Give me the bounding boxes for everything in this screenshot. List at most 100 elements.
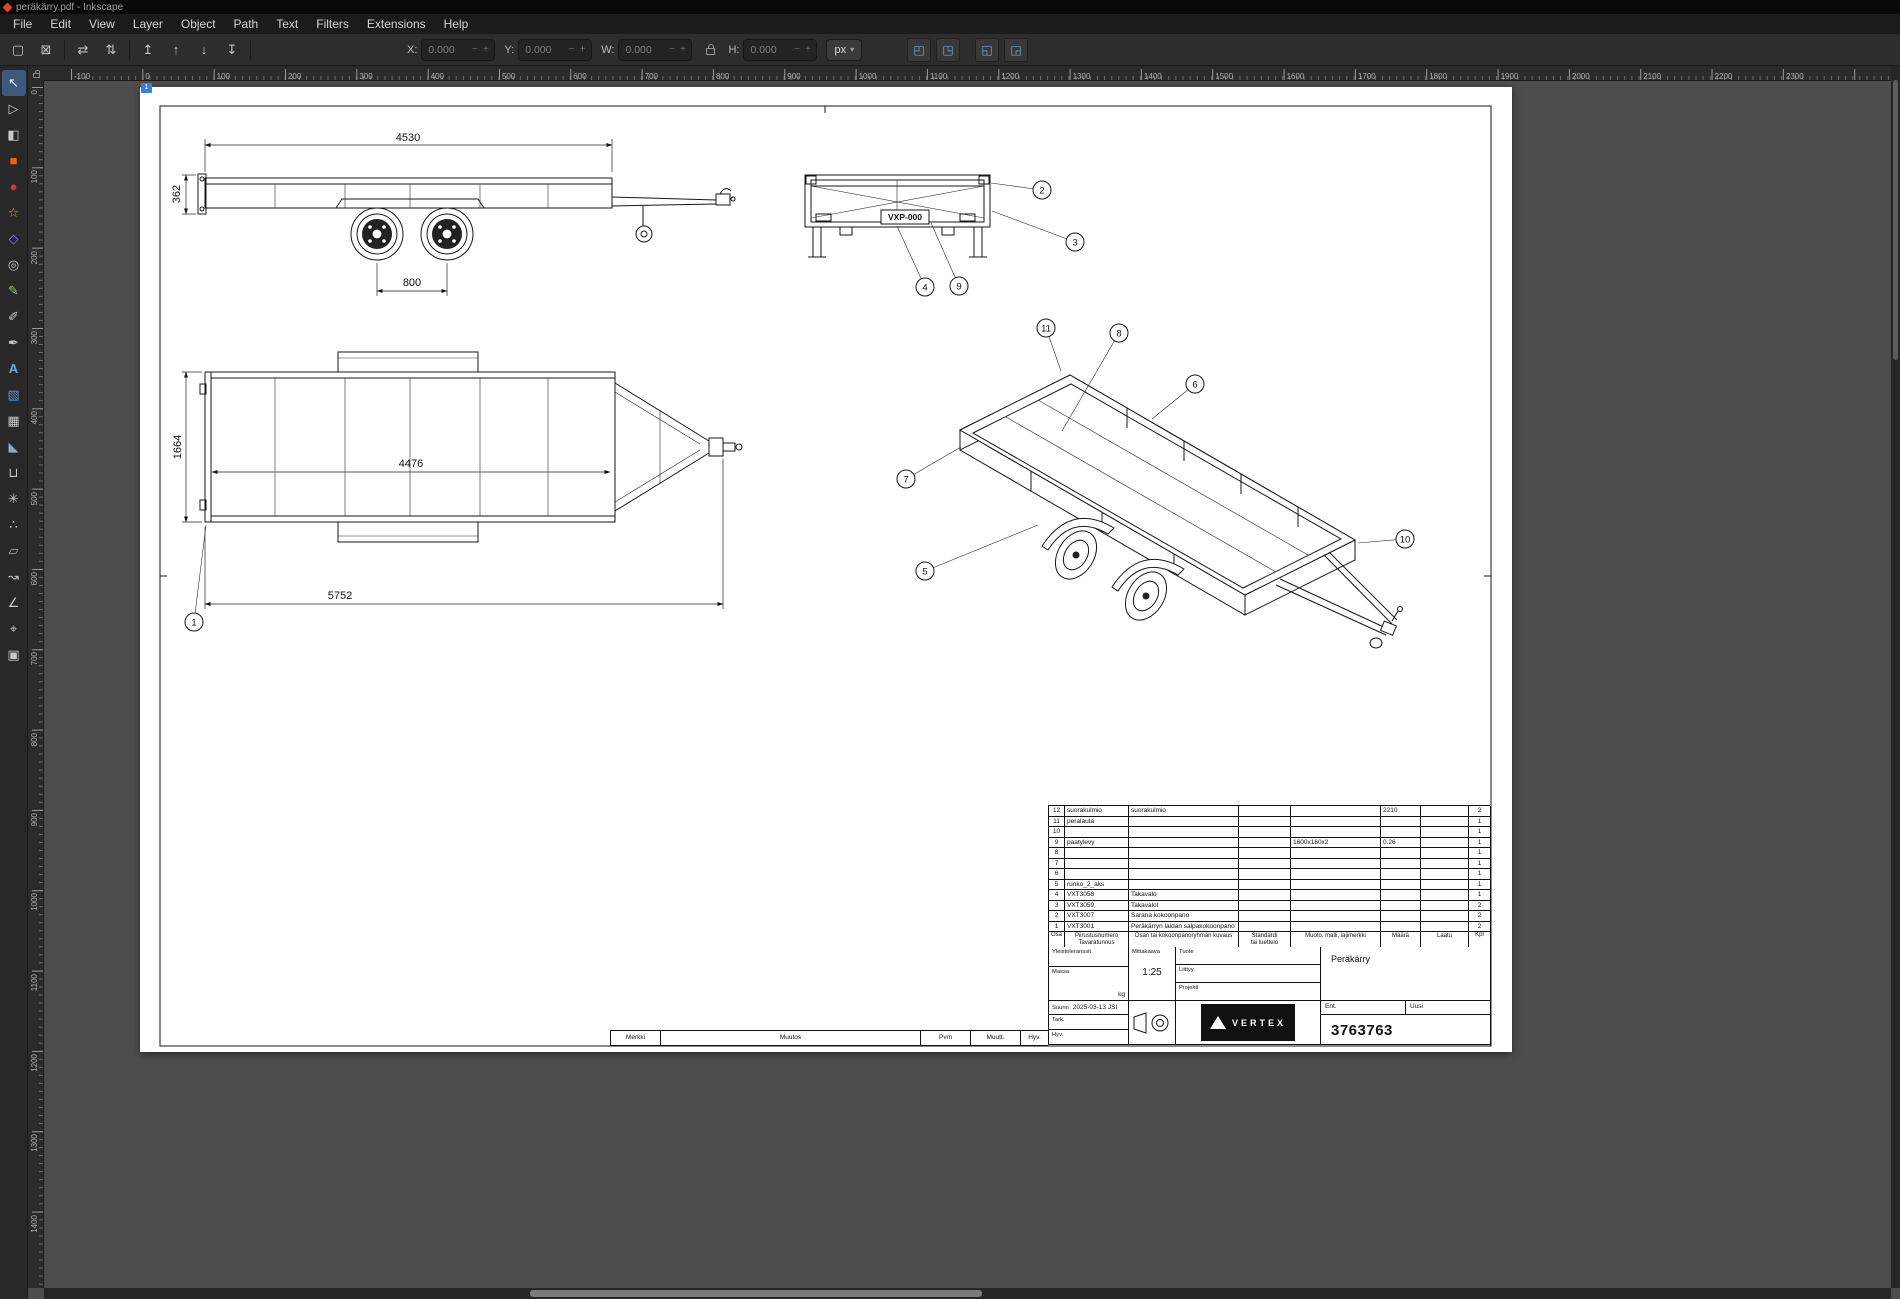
- table-header-cell: Osa: [1049, 932, 1065, 948]
- revision-header-cell: Pvm: [921, 1031, 971, 1045]
- raise-to-top-icon[interactable]: ↥: [136, 38, 160, 62]
- table-header-cell: Muoto, malli, lajimerkki: [1291, 932, 1381, 948]
- scale-cell: Mittakaava 1:25: [1129, 947, 1176, 1001]
- tweak-tool[interactable]: ✳: [2, 486, 26, 512]
- horizontal-scrollbar[interactable]: [44, 1288, 1891, 1299]
- table-cell: [1421, 880, 1469, 891]
- canvas[interactable]: 1 4530: [44, 81, 1891, 1288]
- x-value[interactable]: 0.000: [428, 44, 469, 56]
- horizontal-ruler[interactable]: -100010020030040050060070080090010001100…: [44, 66, 1891, 81]
- svg-text:1: 1: [191, 618, 196, 629]
- approved-cell: Hyv.: [1049, 1030, 1129, 1045]
- y-field[interactable]: Y: 0.000 − +: [504, 39, 592, 61]
- menu-item[interactable]: Help: [435, 14, 478, 34]
- spiral-tool[interactable]: ◎: [2, 252, 26, 278]
- table-cell: 2: [1469, 911, 1491, 922]
- table-cell: VXT3058: [1065, 890, 1129, 901]
- ruler-label: 1400: [1141, 66, 1212, 80]
- width-field[interactable]: W: 0.000 − +: [601, 39, 692, 61]
- rectangle-tool[interactable]: ■: [2, 148, 26, 174]
- menu-item[interactable]: Text: [267, 14, 307, 34]
- isometric-view: [960, 375, 1403, 648]
- vertical-scrollbar-thumb[interactable]: [1893, 80, 1898, 360]
- eraser-tool[interactable]: ▱: [2, 538, 26, 564]
- raise-icon[interactable]: ↑: [164, 38, 188, 62]
- page-number-badge[interactable]: 1: [141, 83, 152, 93]
- lock-icon: [33, 73, 40, 78]
- menu-item[interactable]: Layer: [124, 14, 172, 34]
- decrement-button[interactable]: −: [469, 44, 480, 55]
- product-cell: Tuote: [1176, 947, 1321, 965]
- menu-item[interactable]: Filters: [307, 14, 358, 34]
- x-field[interactable]: X: 0.000 − +: [407, 39, 495, 61]
- scale-stroke-toggle[interactable]: ◰: [907, 38, 931, 62]
- star-tool[interactable]: ☆: [2, 200, 26, 226]
- menu-item[interactable]: Object: [172, 14, 225, 34]
- title-bar: peräkärry.pdf - Inkscape: [0, 0, 1900, 14]
- paint-bucket-tool[interactable]: ⊔: [2, 460, 26, 486]
- flip-horizontal-icon[interactable]: ⇄: [71, 38, 95, 62]
- lower-to-bottom-icon[interactable]: ↧: [220, 38, 244, 62]
- decrement-button[interactable]: −: [666, 44, 677, 55]
- unit-selector[interactable]: px ▾: [826, 39, 862, 61]
- lock-ratio-toggle[interactable]: [701, 39, 719, 61]
- projection-symbol: [1129, 1001, 1176, 1045]
- table-cell: 1: [1469, 827, 1491, 838]
- increment-button[interactable]: +: [577, 44, 588, 55]
- mesh-tool[interactable]: ▦: [2, 408, 26, 434]
- table-cell: [1291, 859, 1381, 870]
- height-value[interactable]: 0.000: [750, 44, 791, 56]
- connector-tool[interactable]: ↝: [2, 564, 26, 590]
- deselect-icon[interactable]: ⊠: [34, 38, 58, 62]
- vertical-scrollbar[interactable]: [1891, 66, 1900, 1288]
- pages-tool[interactable]: ▣: [2, 642, 26, 668]
- decrement-button[interactable]: −: [566, 44, 577, 55]
- parts-list-rows: 12suorakulmiosuorakulmio22102 11peralaut…: [1049, 806, 1490, 932]
- table-header-cell: Laatu: [1421, 932, 1469, 948]
- scale-corners-toggle[interactable]: ◳: [936, 38, 960, 62]
- menu-item[interactable]: File: [4, 14, 41, 34]
- height-field[interactable]: H: 0.000 − +: [728, 39, 817, 61]
- zoom-tool[interactable]: ⌖: [2, 616, 26, 642]
- ellipse-tool[interactable]: ●: [2, 174, 26, 200]
- measure-tool[interactable]: ∠: [2, 590, 26, 616]
- text-tool[interactable]: A: [2, 356, 26, 382]
- menu-item[interactable]: Edit: [41, 14, 80, 34]
- increment-button[interactable]: +: [802, 44, 813, 55]
- width-value[interactable]: 0.000: [625, 44, 666, 56]
- menu-item[interactable]: View: [80, 14, 124, 34]
- gradient-tool[interactable]: ▧: [2, 382, 26, 408]
- move-gradients-toggle[interactable]: ◱: [975, 38, 999, 62]
- pen-tool[interactable]: ✐: [2, 304, 26, 330]
- ruler-label: 2100: [1640, 66, 1711, 80]
- lower-icon[interactable]: ↓: [192, 38, 216, 62]
- calligraphy-tool[interactable]: ✒: [2, 330, 26, 356]
- horizontal-scrollbar-thumb[interactable]: [530, 1290, 982, 1297]
- pencil-tool[interactable]: ✎: [2, 278, 26, 304]
- box3d-tool[interactable]: ◇: [2, 226, 26, 252]
- node-tool[interactable]: ▷: [2, 96, 26, 122]
- svg-text:4: 4: [922, 283, 927, 294]
- increment-button[interactable]: +: [677, 44, 688, 55]
- ruler-label: 200: [28, 248, 43, 328]
- dropper-tool[interactable]: ◣: [2, 434, 26, 460]
- callout-7: 7: [897, 447, 961, 488]
- decrement-button[interactable]: −: [791, 44, 802, 55]
- table-cell: [1065, 869, 1129, 880]
- table-cell: 8: [1049, 848, 1065, 859]
- flip-vertical-icon[interactable]: ⇅: [99, 38, 123, 62]
- table-cell: 1: [1469, 890, 1491, 901]
- lock-guides-button[interactable]: [28, 66, 44, 81]
- increment-button[interactable]: +: [480, 44, 491, 55]
- table-cell: [1421, 901, 1469, 912]
- spray-tool[interactable]: ∴: [2, 512, 26, 538]
- move-patterns-toggle[interactable]: ◲: [1004, 38, 1028, 62]
- table-cell: [1291, 869, 1381, 880]
- menu-item[interactable]: Path: [225, 14, 268, 34]
- shape-builder-tool[interactable]: ◧: [2, 122, 26, 148]
- y-value[interactable]: 0.000: [525, 44, 566, 56]
- select-all-icon[interactable]: ▢: [6, 38, 30, 62]
- menu-item[interactable]: Extensions: [358, 14, 435, 34]
- selector-tool[interactable]: ↖: [2, 70, 26, 96]
- vertical-ruler[interactable]: 0100200300400500600700800900100011001200…: [28, 81, 44, 1288]
